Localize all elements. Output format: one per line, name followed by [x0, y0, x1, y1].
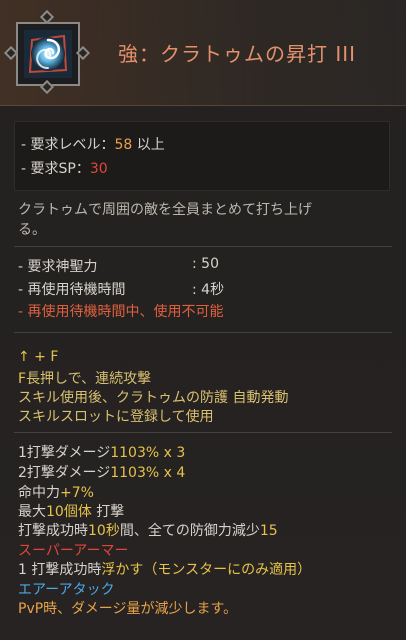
command-keys: ↑ + F	[18, 349, 59, 365]
hit1-damage-value: 1103% x 3	[110, 445, 186, 461]
required-level-label: - 要求レベル：	[21, 137, 115, 153]
requirements-box: - 要求レベル：58 以上 - 要求SP：30	[14, 121, 390, 191]
air-attack: エアーアタック	[18, 582, 115, 598]
max-targets-value: 10個体	[46, 504, 92, 520]
required-level-suffix: 以上	[132, 137, 165, 153]
divider	[14, 246, 392, 247]
skill-icon-frame	[16, 22, 80, 86]
swirl-skill-icon	[24, 30, 72, 78]
cooldown-value: : 4秒	[192, 282, 225, 298]
divine-power-label: - 要求神聖力	[18, 259, 98, 275]
float-value: 浮かす	[101, 562, 144, 578]
divider	[14, 332, 392, 333]
float-suffix: （モンスターにのみ適用）	[143, 562, 312, 578]
hit1-damage: 1打撃ダメージ1103% x 3	[18, 442, 185, 462]
hit1-damage-label: 1打撃ダメージ	[18, 445, 111, 461]
skill-description-line1: クラトゥムで周囲の敵を全員まとめて打ち上げ	[18, 202, 312, 218]
required-level: - 要求レベル：58 以上	[21, 134, 165, 154]
accuracy: 命中力+7%	[18, 482, 94, 502]
command-skill-slot: スキルスロットに登録して使用	[18, 409, 214, 425]
float-prefix: 1 打撃成功時	[18, 562, 102, 578]
defense-mid: 間、全ての防御力減少	[119, 523, 260, 539]
command-hold-text: 長押しで、連続攻撃	[26, 371, 152, 387]
divine-power-value: : 50	[192, 256, 219, 272]
max-targets-suffix: 打撃	[91, 504, 125, 520]
required-sp-value: 30	[89, 161, 108, 177]
required-sp-label: - 要求SP：	[21, 161, 90, 177]
skill-description-line2: る。	[18, 222, 46, 238]
required-level-value: 58	[114, 137, 133, 153]
skill-tooltip: 強：クラトゥムの昇打 III - 要求レベル：58 以上 - 要求SP：30 ク…	[0, 0, 406, 640]
accuracy-value: +7%	[60, 485, 94, 501]
max-targets: 最大10個体 打撃	[18, 501, 124, 521]
cooldown-warning: - 再使用待機時間中、使用不可能	[18, 304, 224, 320]
command-hold-f: F長押しで、連続攻撃	[18, 368, 151, 388]
required-sp: - 要求SP：30	[21, 158, 108, 178]
hit2-damage-value: 1103% x 4	[110, 465, 186, 481]
max-targets-prefix: 最大	[18, 504, 46, 520]
tooltip-header: 強：クラトゥムの昇打 III	[0, 0, 406, 106]
command-f-key: F	[18, 371, 27, 387]
skill-title: 強：クラトゥムの昇打 III	[118, 42, 357, 66]
cooldown-label: - 再使用待機時間	[18, 282, 126, 298]
divider	[14, 432, 392, 433]
defense-duration: 10秒	[88, 523, 120, 539]
defense-prefix: 打撃成功時	[18, 523, 88, 539]
accuracy-label: 命中力	[18, 485, 60, 501]
command-auto-protect: スキル使用後、クラトゥムの防護 自動発動	[18, 390, 289, 406]
defense-value: 15	[259, 523, 278, 539]
pvp-note: PvP時、ダメージ量が減少します。	[18, 601, 238, 617]
hit2-damage-label: 2打撃ダメージ	[18, 465, 111, 481]
float-effect: 1 打撃成功時浮かす（モンスターにのみ適用）	[18, 559, 311, 579]
defense-reduction: 打撃成功時10秒間、全ての防御力減少15	[18, 520, 278, 540]
hit2-damage: 2打撃ダメージ1103% x 4	[18, 462, 185, 482]
super-armor: スーパーアーマー	[18, 543, 129, 559]
